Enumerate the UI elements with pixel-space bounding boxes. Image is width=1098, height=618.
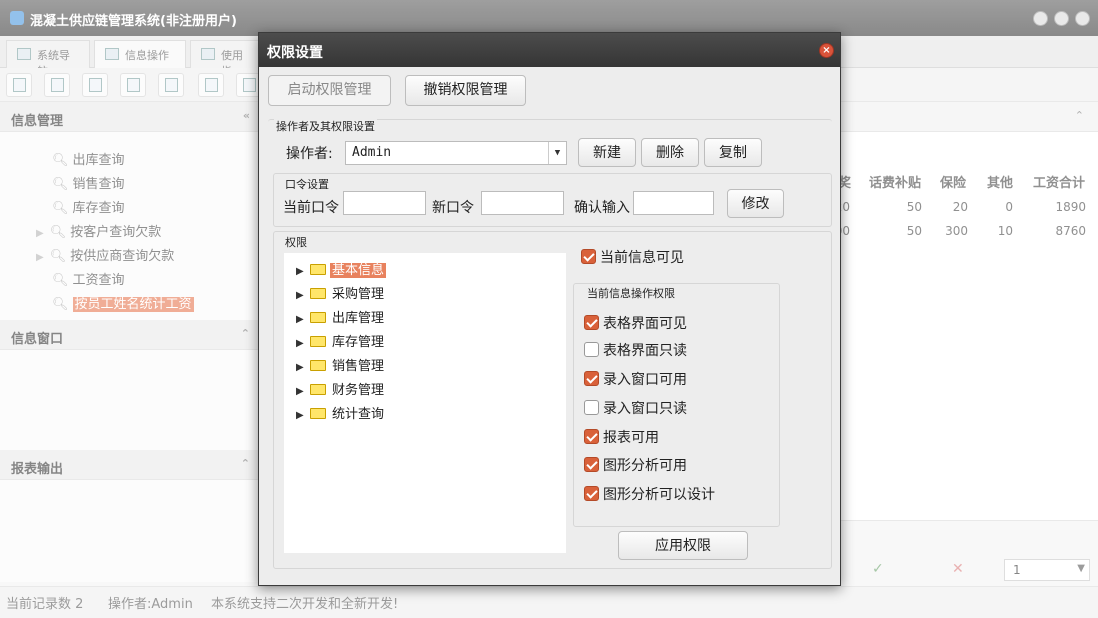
current-password-label: 当前口令 <box>283 200 339 216</box>
permission-tree-label: 采购管理 <box>332 287 385 302</box>
checkbox-icon <box>584 315 599 330</box>
new-password-input[interactable] <box>481 191 564 215</box>
ops-checkbox[interactable]: 图形分析可用 <box>584 455 687 475</box>
expand-icon[interactable]: ▶ <box>296 386 308 397</box>
dialog-title: 权限设置 <box>267 45 323 61</box>
folder-icon <box>310 408 326 419</box>
permission-group-label: 权限 <box>283 234 309 250</box>
ops-checkbox[interactable]: 录入窗口只读 <box>584 398 687 418</box>
checkbox-icon <box>584 342 599 357</box>
checkbox-icon <box>584 371 599 386</box>
folder-icon <box>310 360 326 371</box>
dialog-title-bar: 权限设置 × <box>259 33 840 67</box>
checkbox-icon <box>581 249 596 264</box>
folder-icon <box>310 384 326 395</box>
permission-tree-node[interactable]: ▶ 采购管理 <box>296 283 386 302</box>
new-operator-button[interactable]: 新建 <box>578 138 636 167</box>
checkbox-icon <box>584 486 599 501</box>
expand-icon[interactable]: ▶ <box>296 410 308 421</box>
permission-dialog: 权限设置 × 启动权限管理 撤销权限管理 操作者及其权限设置 操作者: Admi… <box>258 32 841 586</box>
expand-icon[interactable]: ▶ <box>296 362 308 373</box>
operator-label: 操作者: <box>286 146 333 162</box>
folder-icon <box>310 288 326 299</box>
permission-tree-node[interactable]: ▶ 基本信息 <box>296 259 387 278</box>
folder-icon <box>310 336 326 347</box>
confirm-password-label: 确认输入 <box>574 200 630 216</box>
expand-icon[interactable]: ▶ <box>296 314 308 325</box>
expand-icon[interactable]: ▶ <box>296 290 308 301</box>
apply-permission-button[interactable]: 应用权限 <box>618 531 748 560</box>
expand-icon[interactable]: ▶ <box>296 266 308 277</box>
checkbox-icon <box>584 457 599 472</box>
close-icon[interactable]: × <box>819 43 834 58</box>
permission-tree-label: 基本信息 <box>330 263 387 278</box>
ops-checkbox[interactable]: 报表可用 <box>584 427 659 447</box>
delete-operator-button[interactable]: 删除 <box>641 138 699 167</box>
folder-icon <box>310 264 326 275</box>
permission-tree-label: 库存管理 <box>332 335 385 350</box>
permission-tree-node[interactable]: ▶ 出库管理 <box>296 307 386 326</box>
permission-tree-label: 出库管理 <box>332 311 385 326</box>
revoke-permission-button[interactable]: 撤销权限管理 <box>405 75 526 106</box>
permission-tree-node[interactable]: ▶ 库存管理 <box>296 331 386 350</box>
copy-operator-button[interactable]: 复制 <box>704 138 762 167</box>
permission-tree-label: 统计查询 <box>332 407 385 422</box>
checkbox-icon <box>584 429 599 444</box>
folder-icon <box>310 312 326 323</box>
confirm-password-input[interactable] <box>633 191 714 215</box>
enable-permission-button[interactable]: 启动权限管理 <box>268 75 391 106</box>
permission-tree-node[interactable]: ▶ 销售管理 <box>296 355 386 374</box>
permission-tree-node[interactable]: ▶ 统计查询 <box>296 403 386 422</box>
current-info-visible-checkbox[interactable]: 当前信息可见 <box>581 247 684 267</box>
checkbox-icon <box>584 400 599 415</box>
permission-tree-node[interactable]: ▶ 财务管理 <box>296 379 386 398</box>
ops-group-label: 当前信息操作权限 <box>585 285 677 301</box>
current-password-input[interactable] <box>343 191 426 215</box>
operator-group-label: 操作者及其权限设置 <box>274 118 377 134</box>
operator-combo[interactable]: Admin ▼ <box>345 141 567 165</box>
password-group-label: 口令设置 <box>283 176 331 192</box>
new-password-label: 新口令 <box>432 200 474 216</box>
permission-tree-label: 财务管理 <box>332 383 385 398</box>
modify-password-button[interactable]: 修改 <box>727 189 784 218</box>
expand-icon[interactable]: ▶ <box>296 338 308 349</box>
ops-checkbox[interactable]: 表格界面可见 <box>584 313 687 333</box>
permission-tree-label: 销售管理 <box>332 359 385 374</box>
permission-tree: ▶ 基本信息 ▶ 采购管理 ▶ 出库管理 ▶ 库存管理 ▶ 销售管理 ▶ 财务管理 ▶ 统计查询 <box>284 253 566 553</box>
ops-checkbox[interactable]: 录入窗口可用 <box>584 369 687 389</box>
ops-checkbox[interactable]: 表格界面只读 <box>584 340 687 360</box>
ops-checkbox[interactable]: 图形分析可以设计 <box>584 484 715 504</box>
chevron-down-icon[interactable]: ▼ <box>548 142 566 164</box>
